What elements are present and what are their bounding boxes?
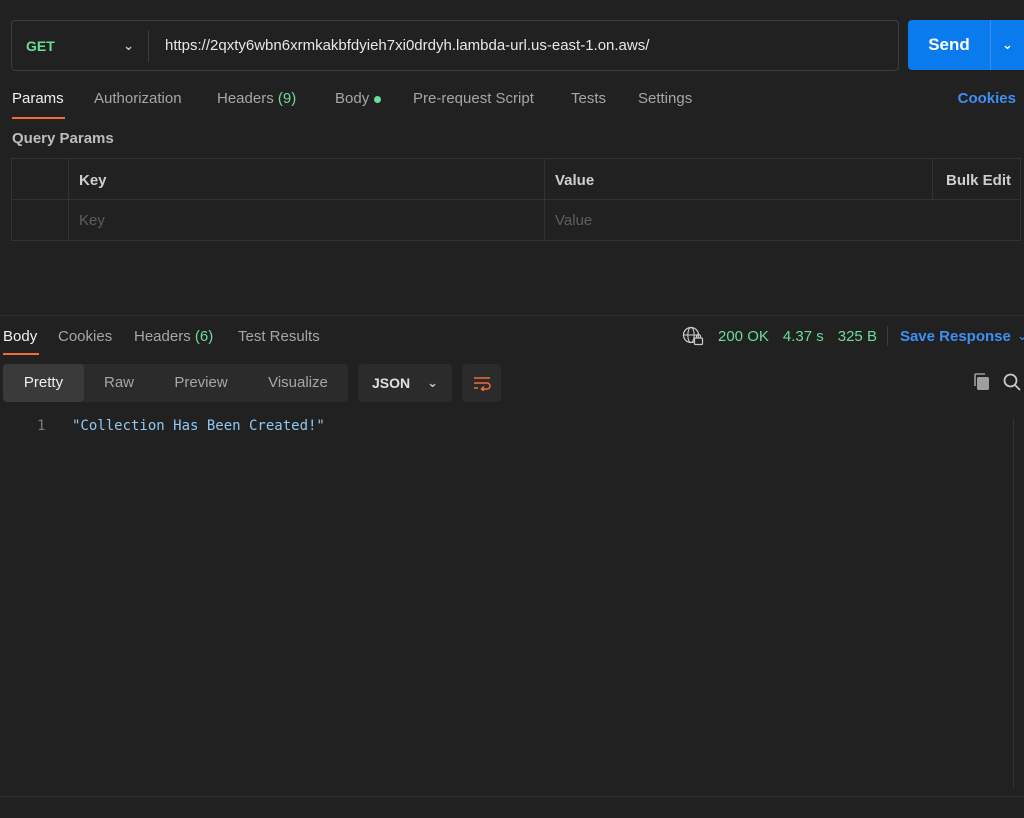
query-params-table: Key Value Bulk Edit bbox=[11, 158, 1021, 241]
column-divider bbox=[932, 159, 933, 200]
method-label: GET bbox=[26, 37, 55, 54]
send-label: Send bbox=[928, 35, 970, 54]
search-icon[interactable] bbox=[1002, 372, 1022, 392]
pane-divider[interactable] bbox=[0, 315, 1024, 316]
copy-icon[interactable] bbox=[972, 372, 992, 392]
format-label: JSON bbox=[372, 375, 411, 391]
url-input[interactable] bbox=[149, 21, 898, 70]
view-preview-button[interactable]: Preview bbox=[154, 364, 248, 402]
url-bar: GET ⌄ bbox=[11, 20, 899, 71]
status-separator bbox=[886, 326, 888, 346]
method-select[interactable]: GET ⌄ bbox=[12, 21, 148, 70]
request-tabs: Params Authorization Headers (9) Body Pr… bbox=[0, 88, 1024, 120]
tab-body[interactable]: Body bbox=[335, 90, 382, 107]
globe-lock-icon[interactable] bbox=[682, 326, 704, 346]
bulk-edit-button[interactable]: Bulk Edit bbox=[946, 172, 1011, 189]
wrap-lines-icon bbox=[473, 377, 491, 391]
key-column-header: Key bbox=[79, 172, 107, 189]
table-row bbox=[12, 200, 1020, 241]
chevron-down-icon: ⌄ bbox=[427, 375, 438, 390]
tab-tests[interactable]: Tests bbox=[571, 90, 606, 107]
param-key-input[interactable] bbox=[79, 208, 539, 232]
send-button[interactable]: Send ⌄ bbox=[908, 20, 1024, 70]
column-divider bbox=[68, 159, 69, 240]
response-tab-body[interactable]: Body bbox=[3, 328, 37, 345]
response-tab-headers[interactable]: Headers (6) bbox=[134, 328, 213, 345]
view-pretty-button[interactable]: Pretty bbox=[3, 364, 84, 402]
response-view-mode-bar: Pretty Raw Preview Visualize bbox=[3, 364, 348, 402]
response-size[interactable]: 325 B bbox=[838, 328, 877, 345]
column-divider bbox=[544, 159, 545, 240]
response-status-bar: 200 OK 4.37 s 325 B Save Response ⌄ bbox=[682, 326, 1024, 346]
response-tab-cookies[interactable]: Cookies bbox=[58, 328, 112, 345]
tab-params[interactable]: Params bbox=[12, 90, 64, 107]
bottom-divider bbox=[0, 796, 1024, 797]
table-header-row: Key Value Bulk Edit bbox=[12, 159, 1020, 200]
tab-headers[interactable]: Headers (9) bbox=[217, 90, 296, 107]
tab-settings[interactable]: Settings bbox=[638, 90, 692, 107]
editor-scrollbar[interactable] bbox=[1013, 418, 1024, 788]
wrap-lines-button[interactable] bbox=[462, 364, 501, 402]
code-line: "Collection Has Been Created!" bbox=[72, 418, 325, 434]
line-number: 1 bbox=[37, 418, 46, 434]
body-modified-dot-icon bbox=[374, 95, 382, 103]
save-response-chevron-icon[interactable]: ⌄ bbox=[1017, 328, 1024, 344]
response-time[interactable]: 4.37 s bbox=[783, 328, 824, 345]
value-column-header: Value bbox=[555, 172, 595, 189]
active-tab-underline bbox=[12, 117, 65, 119]
param-value-input[interactable] bbox=[555, 208, 935, 232]
tab-authorization[interactable]: Authorization bbox=[94, 90, 182, 107]
save-response-button[interactable]: Save Response bbox=[900, 328, 1011, 345]
response-tab-test-results[interactable]: Test Results bbox=[238, 328, 320, 345]
view-visualize-button[interactable]: Visualize bbox=[248, 364, 348, 402]
format-select[interactable]: JSON ⌄ bbox=[358, 364, 452, 402]
status-code[interactable]: 200 OK bbox=[718, 328, 769, 345]
view-raw-button[interactable]: Raw bbox=[84, 364, 154, 402]
query-params-title: Query Params bbox=[12, 130, 114, 147]
send-options-chevron-icon[interactable]: ⌄ bbox=[991, 37, 1024, 53]
active-tab-underline bbox=[3, 353, 39, 355]
tab-pre-request-script[interactable]: Pre-request Script bbox=[413, 90, 534, 107]
chevron-down-icon: ⌄ bbox=[123, 37, 134, 53]
cookies-link[interactable]: Cookies bbox=[958, 90, 1016, 107]
